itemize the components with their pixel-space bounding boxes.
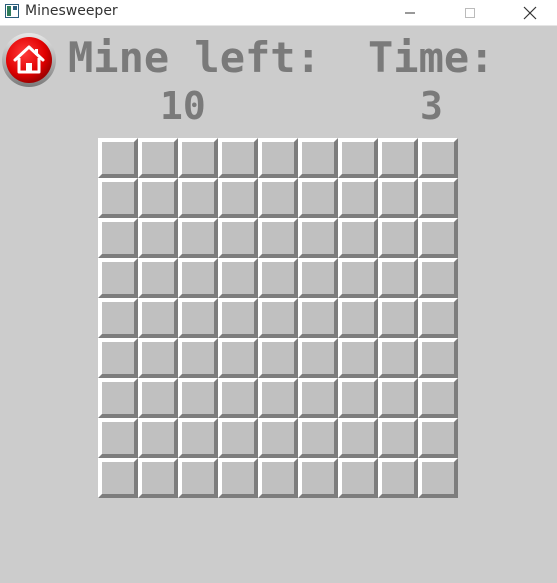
mine-cell[interactable] [378,418,418,458]
mine-cell[interactable] [138,458,178,498]
mine-cell[interactable] [258,418,298,458]
maximize-icon [465,8,475,18]
mine-cell[interactable] [338,258,378,298]
close-button[interactable] [507,0,553,26]
mine-cell[interactable] [298,338,338,378]
mine-cell[interactable] [98,458,138,498]
mine-cell[interactable] [218,298,258,338]
mine-cell[interactable] [298,258,338,298]
mines-left-counter: 10 [160,84,206,128]
maximize-button[interactable] [447,0,493,26]
mine-cell[interactable] [418,218,458,258]
mine-cell[interactable] [98,258,138,298]
mine-cell[interactable] [338,298,378,338]
mine-cell[interactable] [258,138,298,178]
mine-cell[interactable] [418,298,458,338]
minimize-icon [405,12,415,14]
mine-cell[interactable] [298,378,338,418]
mine-cell[interactable] [218,378,258,418]
mine-cell[interactable] [418,178,458,218]
mine-cell[interactable] [138,338,178,378]
mine-cell[interactable] [138,178,178,218]
mine-cell[interactable] [98,378,138,418]
mine-cell[interactable] [298,418,338,458]
mine-cell[interactable] [218,218,258,258]
window-title: Minesweeper [25,3,118,19]
home-button[interactable] [0,32,58,88]
mine-cell[interactable] [138,138,178,178]
mine-cell[interactable] [178,298,218,338]
mine-cell[interactable] [178,418,218,458]
mine-cell[interactable] [418,458,458,498]
mine-cell[interactable] [178,178,218,218]
mine-cell[interactable] [218,418,258,458]
mine-cell[interactable] [378,298,418,338]
mine-cell[interactable] [338,218,378,258]
mine-cell[interactable] [98,338,138,378]
mine-cell[interactable] [178,458,218,498]
mine-cell[interactable] [98,298,138,338]
mine-cell[interactable] [298,178,338,218]
mine-cell[interactable] [378,458,418,498]
mine-cell[interactable] [298,298,338,338]
mine-cell[interactable] [378,218,418,258]
mine-cell[interactable] [418,258,458,298]
mine-cell[interactable] [178,338,218,378]
home-icon [2,33,56,87]
app-icon [5,4,19,18]
mine-cell[interactable] [338,378,378,418]
mine-cell[interactable] [138,378,178,418]
mine-cell[interactable] [258,298,298,338]
mine-cell[interactable] [298,138,338,178]
mine-cell[interactable] [378,338,418,378]
mine-cell[interactable] [218,338,258,378]
close-icon [523,6,537,20]
mine-cell[interactable] [418,378,458,418]
mine-cell[interactable] [418,138,458,178]
mine-cell[interactable] [218,138,258,178]
mine-cell[interactable] [218,178,258,218]
mine-cell[interactable] [178,138,218,178]
mine-cell[interactable] [338,458,378,498]
mine-cell[interactable] [138,418,178,458]
mine-cell[interactable] [258,178,298,218]
mine-cell[interactable] [258,258,298,298]
mine-cell[interactable] [378,178,418,218]
mine-cell[interactable] [138,298,178,338]
mine-cell[interactable] [178,378,218,418]
mine-cell[interactable] [98,218,138,258]
minimize-button[interactable] [387,0,433,26]
mine-cell[interactable] [338,338,378,378]
mine-cell[interactable] [338,178,378,218]
mine-cell[interactable] [258,338,298,378]
mine-cell[interactable] [98,418,138,458]
mine-cell[interactable] [338,418,378,458]
minefield [98,138,458,498]
time-label: Time: [368,33,495,82]
mines-left-label: Mine left: [68,33,321,82]
mine-cell[interactable] [178,218,218,258]
mine-cell[interactable] [338,138,378,178]
mine-cell[interactable] [298,218,338,258]
mine-cell[interactable] [258,218,298,258]
mine-cell[interactable] [418,418,458,458]
mine-cell[interactable] [258,458,298,498]
mine-cell[interactable] [218,258,258,298]
mine-cell[interactable] [378,138,418,178]
mine-cell[interactable] [378,378,418,418]
mine-cell[interactable] [298,458,338,498]
mine-cell[interactable] [418,338,458,378]
mine-cell[interactable] [138,258,178,298]
title-bar: Minesweeper [0,0,557,26]
mine-cell[interactable] [178,258,218,298]
mine-cell[interactable] [138,218,178,258]
time-counter: 3 [420,84,443,128]
mine-cell[interactable] [98,138,138,178]
mine-cell[interactable] [258,378,298,418]
mine-cell[interactable] [98,178,138,218]
mine-cell[interactable] [378,258,418,298]
mine-cell[interactable] [218,458,258,498]
